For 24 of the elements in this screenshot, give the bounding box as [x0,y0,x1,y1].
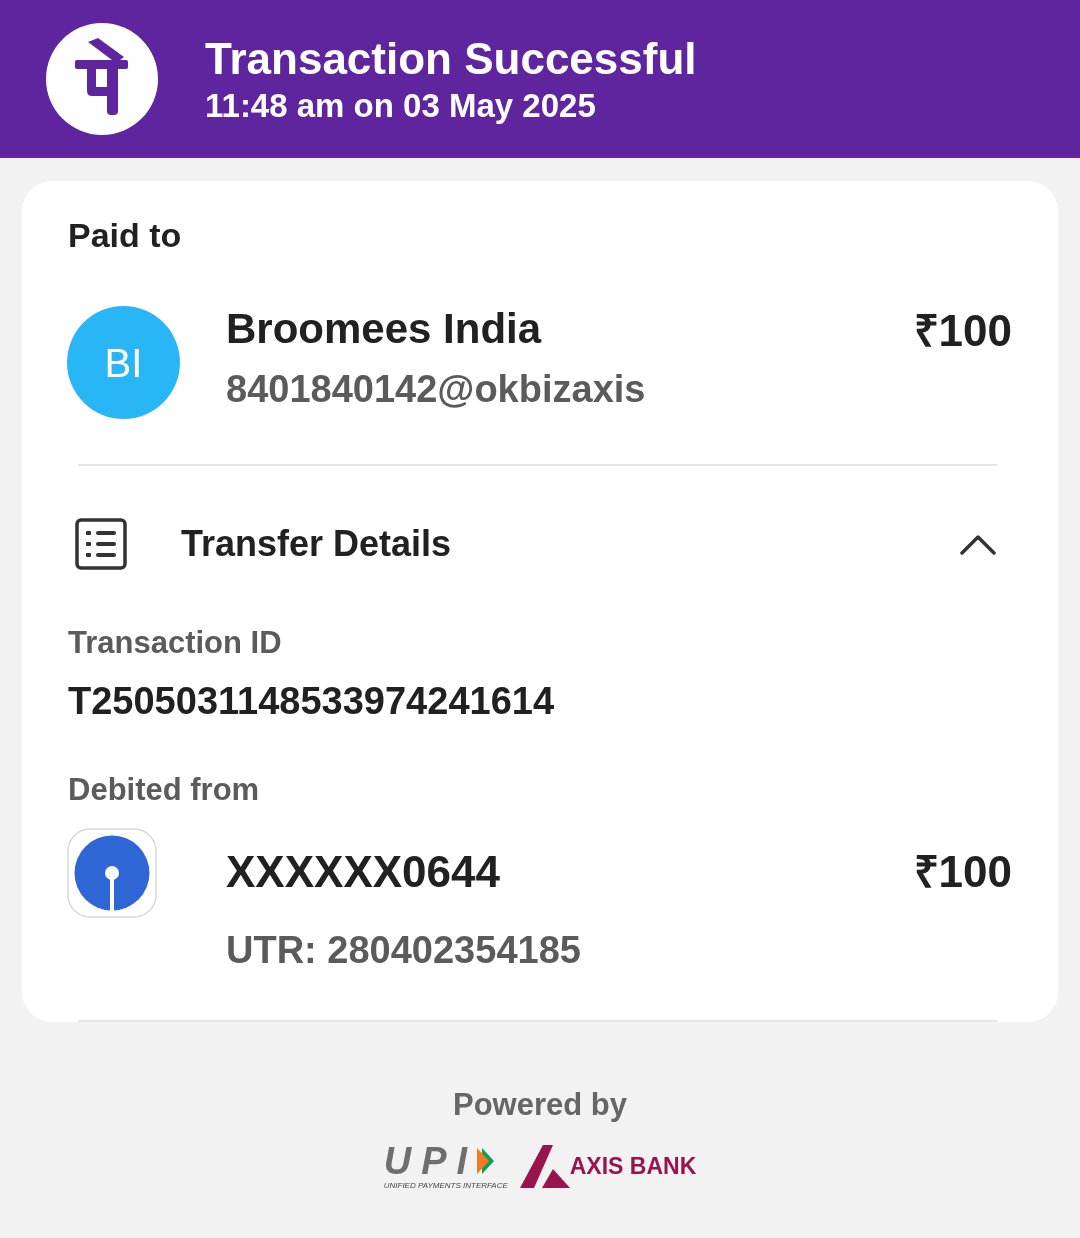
upi-wordmark: UPI [383,1142,478,1180]
logo-icon [46,23,158,135]
account-number: XXXXXX0644 [226,850,500,894]
debited-amount: ₹100 [913,850,1012,894]
upi-tagline: UNIFIED PAYMENTS INTERFACE [383,1182,508,1190]
triangle-arrow-icon [477,1148,495,1174]
transfer-details-title: Transfer Details [181,526,452,562]
bank-mark-icon [519,1144,570,1188]
list-icon [75,518,127,570]
transfer-details-toggle[interactable]: Transfer Details [22,518,1058,570]
bank-name: AXIS BANK [569,1154,697,1178]
payment-amount: ₹100 [913,309,1012,353]
paid-to-heading: Paid to [68,218,182,252]
bank-logo-icon [67,828,157,918]
payee-upi-id: 8401840142@okbizaxis [226,370,646,408]
transaction-id-value: T2505031148533974241614 [68,682,555,720]
transaction-id-label: Transaction ID [68,627,282,658]
transaction-time: 11:48 am on 03 May 2025 [205,88,596,122]
powered-by-label: Powered by [453,1089,627,1120]
payee-name: Broomees India [226,308,542,350]
debited-from-label: Debited from [68,774,260,805]
avatar-initials: BI [67,306,180,419]
status-title: Transaction Successful [205,36,697,81]
utr-number: UTR: 280402354185 [226,931,581,969]
